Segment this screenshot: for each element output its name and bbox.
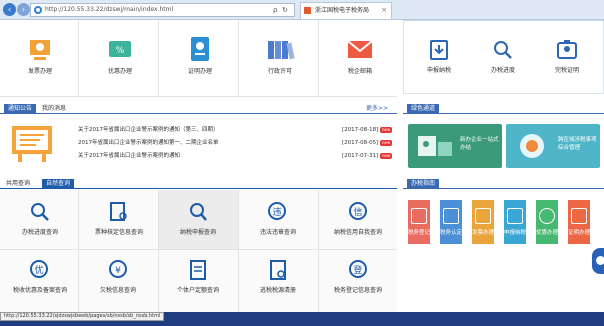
- guide-invoice[interactable]: 发票办理: [472, 200, 494, 244]
- svg-text:登: 登: [353, 265, 362, 276]
- registration-search-icon: 登: [349, 260, 367, 278]
- browser-tab[interactable]: 浙江国税电子税务局 ×: [300, 2, 392, 19]
- books-icon: [268, 41, 295, 60]
- divider: [318, 190, 319, 312]
- service-license[interactable]: 行政许可: [250, 37, 310, 75]
- svg-text:¥: ¥: [115, 266, 121, 276]
- registration-guide-icon: [411, 208, 427, 224]
- status-bar: http://120.55.33.22/sjdzswjsbweb/pages/s…: [0, 312, 604, 326]
- query-registration[interactable]: 登 税务登记信息查询: [324, 258, 392, 294]
- query-header: 共用查询 自然查询: [0, 179, 397, 189]
- violation-search-icon: 违: [268, 202, 286, 220]
- invoice-icon: [30, 40, 50, 60]
- divider: [158, 20, 159, 96]
- svg-text:违: 违: [272, 207, 281, 218]
- status-link-tooltip: http://120.55.33.22/sjdzswjsbweb/pages/s…: [0, 312, 165, 321]
- divider: [403, 20, 604, 21]
- ie-icon: [34, 6, 42, 14]
- bulletin-board-icon: [12, 126, 52, 162]
- ticket-search-icon: [110, 202, 127, 221]
- guide-certificate[interactable]: 证明办理: [568, 200, 590, 244]
- recognition-guide-icon: [443, 208, 459, 224]
- new-badge: new: [380, 153, 393, 159]
- service-discount[interactable]: % 优惠办理: [90, 37, 150, 75]
- service-declare[interactable]: 申报纳税: [410, 38, 468, 74]
- tax-cert-icon: [557, 40, 577, 59]
- forward-button-icon[interactable]: ›: [17, 3, 30, 16]
- credit-search-icon: 信: [349, 202, 367, 220]
- query-declare[interactable]: 纳税申报查询: [166, 200, 230, 236]
- guide-recognition[interactable]: 税务认定: [440, 200, 462, 244]
- svg-text:%: %: [116, 46, 125, 56]
- notice-item[interactable]: 关于2017年省属出口企业警示案例的通知 [2017-07-31] new: [78, 151, 408, 161]
- url-field[interactable]: http://120.55.33.22/dzswj/main/index.htm…: [30, 3, 295, 17]
- notice-item[interactable]: 关于2017年省属出口企业警示案例的通知（第三、四期） [2017-08-18]…: [78, 125, 408, 135]
- query-preferential[interactable]: 优 税收优惠及备案查询: [4, 258, 76, 294]
- back-button-icon[interactable]: ‹: [3, 3, 16, 16]
- query-ticket[interactable]: 票种核定信息查询: [86, 200, 152, 236]
- certificate-guide-icon: [571, 208, 587, 224]
- chat-icon: [596, 256, 604, 265]
- preferential-guide-icon: [539, 208, 555, 224]
- query-credit[interactable]: 信 纳税信用自我查询: [324, 200, 392, 236]
- search-progress-icon: [31, 203, 49, 221]
- query-violation[interactable]: 违 违法违章查询: [246, 200, 310, 236]
- service-invoice[interactable]: 发票办理: [10, 37, 70, 75]
- declare-search-icon: [190, 203, 207, 221]
- guide-preferential[interactable]: 优惠办理: [536, 200, 558, 244]
- service-certificate[interactable]: 证明办理: [170, 35, 230, 75]
- preferential-search-icon: 优: [30, 260, 48, 278]
- query-quota[interactable]: 个体户定额查询: [166, 258, 230, 294]
- tab-close-icon[interactable]: ×: [381, 3, 387, 18]
- green-channel-header: 绿色通道: [403, 104, 604, 114]
- divider: [238, 190, 239, 312]
- progress-icon: [494, 41, 512, 59]
- divider: [78, 20, 79, 96]
- divider: [238, 20, 239, 96]
- tab-my-messages[interactable]: 我的消息: [42, 104, 66, 114]
- search-dropdown[interactable]: ρ: [273, 3, 277, 17]
- tab-common-query[interactable]: 共用查询: [6, 179, 30, 189]
- refresh-icon[interactable]: ↻: [282, 3, 288, 17]
- divider: [78, 190, 79, 312]
- service-tax-cert[interactable]: 完税证明: [538, 38, 596, 74]
- divider: [318, 20, 319, 96]
- declare-guide-icon: [507, 208, 523, 224]
- more-link[interactable]: 更多>>: [366, 104, 388, 114]
- floating-service-button[interactable]: [592, 248, 604, 274]
- svg-text:信: 信: [353, 206, 362, 218]
- cross-region-illustration-icon: [520, 134, 544, 158]
- arrears-search-icon: ¥: [109, 260, 127, 278]
- quota-search-icon: [190, 260, 206, 280]
- query-evasion[interactable]: 逃税税源清册: [246, 258, 310, 294]
- site-favicon-icon: [304, 7, 311, 14]
- tile-cross-region[interactable]: 跨区域涉税事项综合管理: [506, 124, 600, 168]
- notice-item[interactable]: 2017年省属出口企业警示案例的通知第一、二期企业名单 [2017-08-05]…: [78, 138, 408, 148]
- tile-new-enterprise[interactable]: 新办企业一站式办结: [408, 124, 502, 168]
- service-progress[interactable]: 办税进度: [474, 38, 532, 74]
- invoice-guide-icon: [475, 208, 491, 224]
- browser-address-bar: ‹ › http://120.55.33.22/dzswj/main/index…: [0, 0, 604, 20]
- guide-declare[interactable]: 申报纳税: [504, 200, 526, 244]
- tab-notice[interactable]: 通知公告: [4, 104, 37, 114]
- divider: [0, 96, 397, 97]
- page-content: 发票办理 % 优惠办理 证明办理 行政许可 税企邮箱 申报纳税 办税进度 完税证…: [0, 20, 604, 312]
- new-badge: new: [380, 140, 393, 146]
- notice-header: 通知公告 我的消息 更多>>: [0, 104, 397, 114]
- guide-registration[interactable]: 税务登记: [408, 200, 430, 244]
- certificate-icon: [191, 37, 209, 61]
- discount-icon: %: [109, 41, 131, 57]
- mail-icon: [347, 40, 373, 58]
- query-arrears[interactable]: ¥ 欠税信息查询: [86, 258, 150, 294]
- guide-header: 办税指南: [403, 179, 604, 189]
- enterprise-illustration-icon: [418, 136, 452, 156]
- tab-self-query[interactable]: 自然查询: [42, 179, 75, 189]
- evasion-list-icon: [270, 260, 286, 280]
- new-badge: new: [380, 127, 393, 133]
- service-mail[interactable]: 税企邮箱: [330, 37, 390, 75]
- query-progress[interactable]: 办税进度查询: [8, 200, 72, 236]
- divider: [0, 249, 397, 250]
- declare-icon: [430, 40, 448, 60]
- svg-text:优: 优: [34, 264, 43, 276]
